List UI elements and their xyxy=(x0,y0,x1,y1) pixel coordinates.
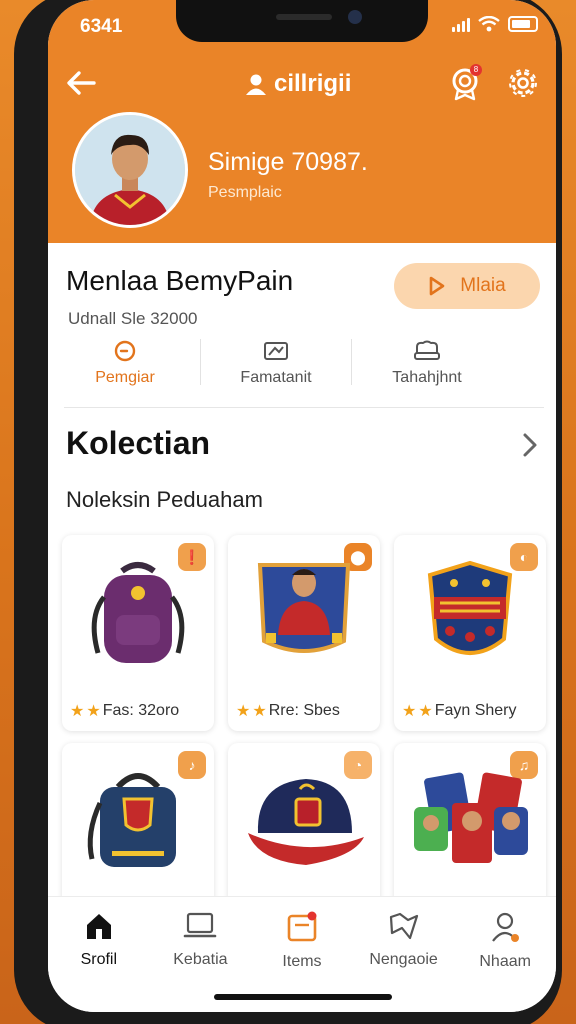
signal-icon xyxy=(452,16,470,32)
laptop-icon xyxy=(184,912,217,938)
avatar[interactable] xyxy=(72,112,188,228)
stat-label: Tahahjhnt xyxy=(392,369,462,386)
nav-label: Items xyxy=(282,953,322,970)
stat-label: Famatanit xyxy=(240,369,312,386)
battery-icon xyxy=(508,16,538,32)
wifi-icon xyxy=(478,16,500,32)
items-icon xyxy=(287,911,317,942)
phone-notch xyxy=(176,0,428,42)
home-indicator xyxy=(214,994,392,1000)
collection-item-backpack[interactable]: ❗ ★ ★ Fas: 32oro xyxy=(62,535,214,731)
sticker-cards-icon xyxy=(414,772,528,863)
membership-title: Menlaa BemyPain xyxy=(66,265,294,296)
profile-name: Simige 70987. xyxy=(208,148,368,176)
back-button[interactable] xyxy=(64,66,98,100)
notification-button[interactable]: 8 xyxy=(446,64,484,102)
gear-icon xyxy=(509,69,537,97)
header-title-text: cillrigii xyxy=(274,70,352,97)
status-time: 6341 xyxy=(80,16,123,37)
nav-label: Srofil xyxy=(80,951,118,968)
play-button[interactable]: Mlaia xyxy=(394,263,540,309)
nav-item-nhaam[interactable]: Nhaam xyxy=(454,897,556,1012)
nav-label: Nengaoie xyxy=(369,951,438,968)
tile-caption-text: Rre: Sbes xyxy=(268,702,340,719)
divider xyxy=(351,339,352,385)
star-icon: ★ xyxy=(402,703,417,720)
player-avatar-icon xyxy=(75,115,185,225)
player-card-icon xyxy=(257,563,351,653)
clock-icon xyxy=(114,340,136,362)
star-icon: ★ xyxy=(86,703,101,720)
chevron-right-icon[interactable] xyxy=(520,431,540,459)
stat-item-1[interactable]: Pemgiar xyxy=(60,339,190,389)
stat-item-2[interactable]: Famatanit xyxy=(211,339,341,389)
ticket-icon xyxy=(264,342,288,360)
collection-title: Kolectian xyxy=(66,425,211,461)
collection-subtitle: Noleksin Peduaham xyxy=(66,487,263,512)
nav-label: Nhaam xyxy=(479,953,531,970)
map-icon xyxy=(389,912,418,940)
collection-item-player-card[interactable]: ⬤ ★ ★ Rre: Sbes xyxy=(228,535,380,731)
play-button-label: Mlaia xyxy=(460,275,506,296)
user-icon xyxy=(246,74,266,95)
tile-caption-text: Fayn Shery xyxy=(434,702,517,719)
tile-caption: ★ ★ Fayn Shery xyxy=(402,701,517,721)
nav-item-profile[interactable]: Srofil xyxy=(48,897,150,1012)
star-icon: ★ xyxy=(70,703,85,720)
notification-badge: 8 xyxy=(470,64,482,76)
star-icon: ★ xyxy=(252,703,267,720)
hat-icon xyxy=(414,340,440,360)
profile-subtitle: Pesmplaic xyxy=(208,184,282,201)
star-icon: ★ xyxy=(236,703,251,720)
user-icon xyxy=(492,912,520,942)
settings-button[interactable] xyxy=(504,64,542,102)
cap-icon xyxy=(248,779,364,865)
membership-subtitle: Udnall Sle 32000 xyxy=(68,309,198,328)
top-bar: cillrigii 8 xyxy=(48,62,556,104)
play-icon xyxy=(429,276,445,296)
stats-row: Pemgiar Famatanit Tahahjhnt xyxy=(60,339,540,389)
tile-caption: ★ ★ Rre: Sbes xyxy=(236,701,340,721)
stat-item-3[interactable]: Tahahjhnt xyxy=(362,339,492,389)
shoulder-bag-icon xyxy=(87,773,176,867)
divider xyxy=(64,407,544,408)
home-icon xyxy=(86,914,111,939)
star-icon: ★ xyxy=(418,703,433,720)
nav-label: Kebatia xyxy=(173,951,228,968)
collection-item-club-patch[interactable]: ◐ ★ ★ Fayn Shery xyxy=(394,535,546,731)
tile-caption-text: Fas: 32oro xyxy=(102,702,180,719)
backpack-icon xyxy=(91,562,185,663)
content-card: Menlaa BemyPain Udnall Sle 32000 Mlaia P… xyxy=(48,243,556,939)
app-screen: 6341 cillrigii 8 Simige 70987. Pesmplaic… xyxy=(48,0,556,1012)
club-patch-icon xyxy=(427,560,513,655)
status-icons xyxy=(452,16,538,32)
tile-caption: ★ ★ Fas: 32oro xyxy=(70,701,179,721)
header-title: cillrigii xyxy=(244,70,351,98)
stat-label: Pemgiar xyxy=(95,369,155,386)
divider xyxy=(200,339,201,385)
